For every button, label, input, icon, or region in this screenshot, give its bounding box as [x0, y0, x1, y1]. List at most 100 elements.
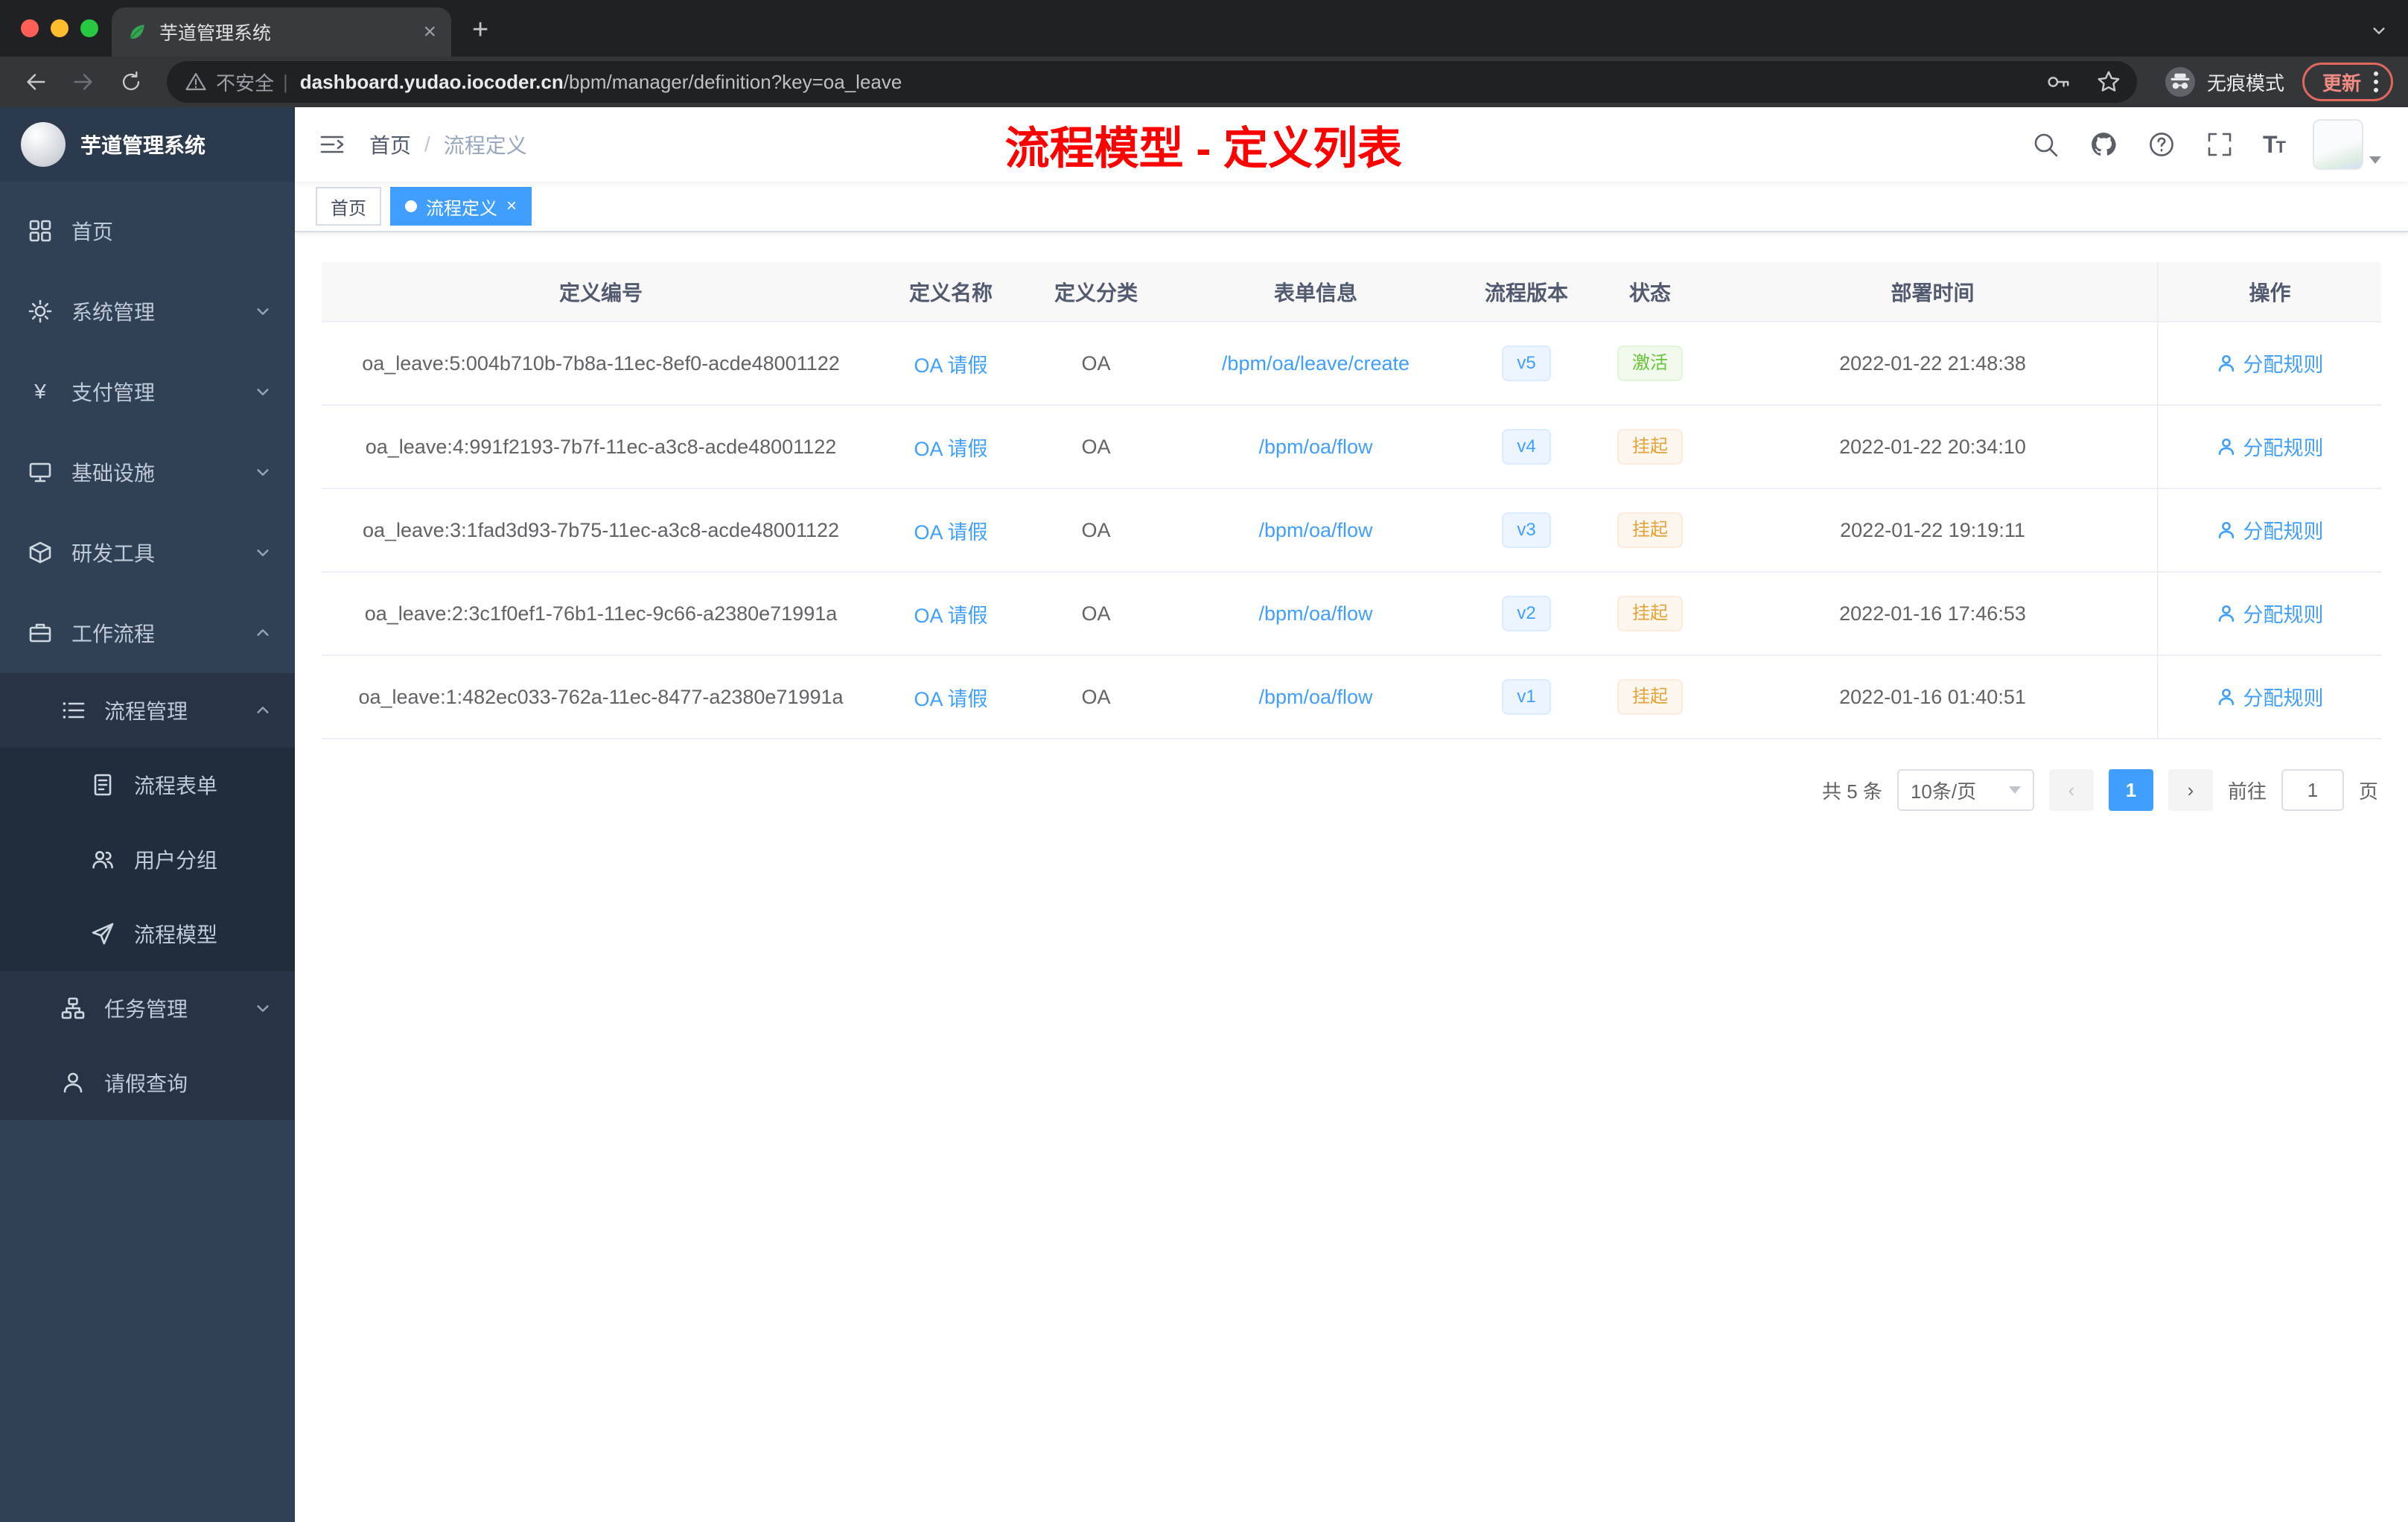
browser-menu-dots-icon[interactable]	[2373, 70, 2379, 94]
search-icon[interactable]	[2030, 130, 2060, 159]
users-icon	[89, 846, 116, 873]
logo-title: 芋道管理系统	[80, 134, 206, 157]
definition-name-link[interactable]: OA 请假	[914, 688, 987, 710]
tab-close-icon[interactable]: ×	[423, 21, 436, 43]
form-link[interactable]: /bpm/oa/flow	[1258, 686, 1372, 708]
sidebar-item-workflow[interactable]: 工作流程	[0, 593, 295, 673]
browser-tab[interactable]: 芋道管理系统 ×	[112, 7, 451, 57]
site-security[interactable]: 不安全 |	[185, 69, 288, 96]
form-link[interactable]: /bpm/oa/flow	[1258, 602, 1372, 625]
zoom-window-button[interactable]	[80, 19, 98, 37]
assign-rule-link[interactable]: 分配规则	[2217, 682, 2324, 711]
sidebar-item-label: 任务管理	[104, 998, 188, 1021]
goto-page-input[interactable]	[2281, 769, 2344, 811]
sidebar-item-label: 工作流程	[71, 623, 156, 646]
sidebar-item-home[interactable]: 首页	[0, 191, 295, 271]
definition-name-link[interactable]: OA 请假	[914, 605, 987, 627]
incognito-spy-icon	[2164, 66, 2197, 98]
sidebar-logo[interactable]: 芋道管理系统	[0, 107, 295, 182]
definition-name-link[interactable]: OA 请假	[914, 438, 987, 460]
tag-close-icon[interactable]: ×	[506, 197, 517, 215]
new-tab-button[interactable]: +	[472, 14, 488, 46]
sidebar-item-system[interactable]: 系统管理	[0, 271, 295, 351]
gear-icon	[27, 298, 54, 325]
pagination-total: 共 5 条	[1822, 780, 1882, 803]
sidebar-item-label: 流程表单	[134, 774, 218, 797]
forward-icon[interactable]	[63, 61, 104, 103]
window-controls	[21, 19, 98, 37]
prev-page-button[interactable]: ‹	[2048, 769, 2094, 811]
sidebar-item-user-group[interactable]: 用户分组	[0, 822, 295, 897]
status-badge: 挂起	[1617, 429, 1683, 465]
chevron-up-icon	[255, 625, 271, 641]
sidebar-menu: 首页 系统管理 ¥ 支付管理 基础设施 研发工具 工作流程 流程管理 流程表单 …	[0, 182, 295, 1120]
page-size-select[interactable]: 10条/页	[1896, 769, 2034, 811]
cell-id: oa_leave:1:482ec033-762a-11ec-8477-a2380…	[322, 655, 880, 739]
sidebar-item-infrastructure[interactable]: 基础设施	[0, 432, 295, 512]
tag-home[interactable]: 首页	[316, 187, 381, 226]
sidebar-item-dev-tools[interactable]: 研发工具	[0, 512, 295, 593]
reload-icon[interactable]	[110, 61, 152, 103]
fullscreen-icon[interactable]	[2205, 130, 2235, 159]
url-path: /bpm/manager/definition?key=oa_leave	[563, 70, 902, 93]
github-icon[interactable]	[2089, 130, 2118, 159]
pagination: 共 5 条 10条/页 ‹ 1 › 前往 页	[322, 739, 2381, 841]
form-link[interactable]: /bpm/oa/flow	[1258, 519, 1372, 541]
top-navbar: 首页 / 流程定义 流程模型 - 定义列表 TT	[295, 107, 2408, 182]
cube-icon	[27, 539, 54, 566]
close-window-button[interactable]	[21, 19, 39, 37]
assign-rule-link[interactable]: 分配规则	[2217, 432, 2324, 461]
sidebar-item-leave-query[interactable]: 请假查询	[0, 1045, 295, 1120]
hamburger-icon[interactable]	[295, 131, 369, 158]
caret-down-icon	[2369, 156, 2381, 164]
status-badge: 挂起	[1617, 512, 1683, 548]
url-host: dashboard.yudao.iocoder.cn	[299, 70, 564, 93]
chevron-down-icon	[255, 303, 271, 319]
font-size-icon[interactable]: TT	[2263, 131, 2286, 159]
browser-toolbar: 不安全 | dashboard.yudao.iocoder.cn/bpm/man…	[0, 57, 2408, 107]
page-title: 流程模型 - 定义列表	[1004, 123, 1402, 173]
assign-rule-link[interactable]: 分配规则	[2217, 599, 2324, 628]
table-row: oa_leave:4:991f2193-7b7f-11ec-a3c8-acde4…	[322, 405, 2381, 489]
assign-rule-link[interactable]: 分配规则	[2217, 348, 2324, 378]
form-link[interactable]: /bpm/oa/leave/create	[1222, 352, 1410, 375]
minimize-window-button[interactable]	[51, 19, 69, 37]
password-key-icon[interactable]	[2039, 63, 2077, 101]
sidebar-item-label: 基础设施	[71, 462, 156, 485]
tab-search-chevron-icon[interactable]	[2371, 22, 2387, 39]
user-menu[interactable]	[2313, 119, 2381, 170]
definition-table: 定义编号 定义名称 定义分类 表单信息 流程版本 状态 部署时间 操作 oa_l	[322, 262, 2381, 739]
url-text[interactable]: dashboard.yudao.iocoder.cn/bpm/manager/d…	[300, 71, 2027, 94]
cell-category: OA	[1022, 655, 1170, 739]
sidebar-item-label: 首页	[71, 220, 114, 243]
next-page-button[interactable]: ›	[2167, 769, 2213, 811]
col-header-time: 部署时间	[1708, 262, 2158, 322]
briefcase-icon	[27, 620, 54, 646]
sidebar-item-payment[interactable]: ¥ 支付管理	[0, 351, 295, 432]
cell-category: OA	[1022, 488, 1170, 573]
address-bar[interactable]: 不安全 | dashboard.yudao.iocoder.cn/bpm/man…	[167, 61, 2137, 103]
update-browser-button[interactable]: 更新	[2302, 63, 2393, 101]
sidebar-item-process-model[interactable]: 流程模型	[0, 897, 295, 971]
table-row: oa_leave:3:1fad3d93-7b75-11ec-a3c8-acde4…	[322, 488, 2381, 573]
sidebar-item-process-form[interactable]: 流程表单	[0, 748, 295, 822]
breadcrumb-home[interactable]: 首页	[369, 130, 411, 159]
definition-name-link[interactable]: OA 请假	[914, 521, 987, 544]
sidebar-item-task-management[interactable]: 任务管理	[0, 971, 295, 1045]
back-icon[interactable]	[15, 61, 57, 103]
form-link[interactable]: /bpm/oa/flow	[1258, 436, 1372, 458]
question-icon[interactable]	[2147, 130, 2176, 159]
assign-rule-label: 分配规则	[2243, 437, 2324, 460]
breadcrumb: 首页 / 流程定义	[369, 130, 527, 159]
definition-name-link[interactable]: OA 请假	[914, 354, 987, 377]
col-header-category: 定义分类	[1022, 262, 1170, 322]
sidebar-item-process-management[interactable]: 流程管理	[0, 673, 295, 748]
page-number-button[interactable]: 1	[2108, 769, 2153, 811]
chevron-down-icon	[255, 544, 271, 561]
tag-process-definition[interactable]: 流程定义 ×	[390, 187, 532, 226]
active-dot	[405, 200, 417, 212]
goto-unit: 页	[2358, 780, 2378, 803]
assign-rule-link[interactable]: 分配规则	[2217, 515, 2324, 544]
cell-deploy-time: 2022-01-22 20:34:10	[1708, 405, 2158, 489]
bookmark-star-icon[interactable]	[2089, 63, 2128, 101]
